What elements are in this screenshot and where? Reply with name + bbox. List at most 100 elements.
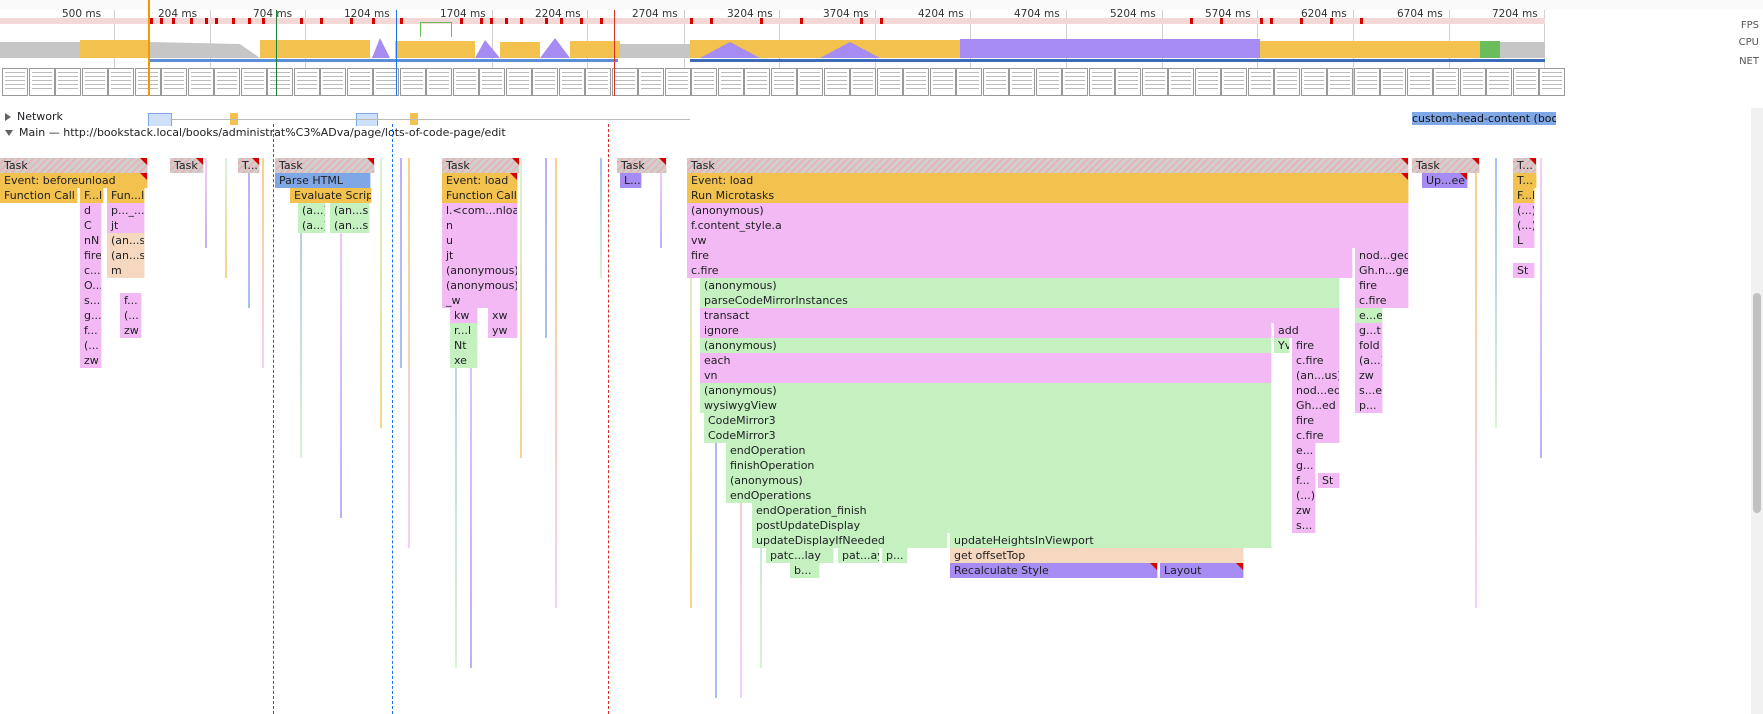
flame-event[interactable]: (...) (1513, 203, 1535, 218)
flame-event[interactable]: s... (1292, 518, 1316, 533)
flame-event[interactable]: xe (450, 353, 478, 368)
flame-event[interactable]: fire (80, 248, 102, 263)
flame-event[interactable]: (anonymous) (687, 203, 1409, 218)
scrollbar-thumb[interactable] (1753, 293, 1761, 513)
flame-event[interactable]: m (107, 263, 145, 278)
flame-event[interactable]: Gh.n...ged (1355, 263, 1409, 278)
flame-event[interactable]: jt (107, 218, 145, 233)
flame-event[interactable]: c... (80, 263, 102, 278)
flame-event[interactable]: Task (275, 158, 375, 173)
screenshot-thumbnail[interactable] (161, 68, 187, 96)
expand-triangle-icon[interactable] (5, 113, 11, 121)
screenshot-thumbnail[interactable] (1089, 68, 1115, 96)
timeline-overview[interactable]: 500 ms 204 ms 704 ms 1204 ms 1704 ms 2204 ms 2… (0, 0, 1763, 109)
screenshot-thumbnail[interactable] (1513, 68, 1539, 96)
flame-event[interactable]: Parse HTML (275, 173, 371, 188)
flame-event[interactable]: Yv (1274, 338, 1290, 353)
flame-event[interactable]: jt (442, 248, 518, 263)
flame-event[interactable]: c.fire (1355, 293, 1409, 308)
flame-event[interactable]: Evaluate Script (290, 188, 372, 203)
screenshot-thumbnail[interactable] (108, 68, 134, 96)
screenshot-thumbnail[interactable] (532, 68, 558, 96)
flame-event[interactable]: (anonymous) (700, 338, 1272, 353)
flame-event[interactable]: F...l (1513, 188, 1535, 203)
screenshot-thumbnail[interactable] (638, 68, 664, 96)
flame-event[interactable]: zw (120, 323, 142, 338)
screenshot-thumbnail[interactable] (691, 68, 717, 96)
screenshot-thumbnail[interactable] (1168, 68, 1194, 96)
flame-event[interactable]: Task (442, 158, 520, 173)
flame-event[interactable]: zw (1355, 368, 1383, 383)
flame-event[interactable]: O... (80, 278, 102, 293)
screenshot-thumbnail[interactable] (453, 68, 479, 96)
collapse-triangle-icon[interactable] (5, 130, 13, 136)
flame-event[interactable]: g... (80, 308, 102, 323)
flame-event[interactable]: updateDisplayIfNeeded (752, 533, 948, 548)
flame-event[interactable]: Task (0, 158, 148, 173)
flame-event[interactable]: fire (687, 248, 1353, 263)
main-thread-track[interactable]: Main — http://bookstack.local/books/admi… (0, 126, 1763, 142)
screenshot-thumbnail[interactable] (1036, 68, 1062, 96)
flame-event[interactable]: n (442, 218, 518, 233)
flame-event[interactable]: Event: beforeunload (0, 173, 148, 188)
flame-event[interactable]: CodeMirror3 (704, 428, 1272, 443)
flame-event[interactable]: (anonymous) (700, 383, 1272, 398)
flame-event[interactable]: get offsetTop (950, 548, 1244, 563)
screenshot-thumbnail[interactable] (400, 68, 426, 96)
flame-event[interactable]: e...e (1355, 308, 1383, 323)
screenshot-thumbnail[interactable] (214, 68, 240, 96)
screenshot-thumbnail[interactable] (1327, 68, 1353, 96)
screenshot-thumbnail[interactable] (771, 68, 797, 96)
screenshot-thumbnail[interactable] (1115, 68, 1141, 96)
flame-event[interactable]: finishOperation (726, 458, 1272, 473)
screenshot-thumbnail[interactable] (797, 68, 823, 96)
flame-event[interactable]: C (80, 218, 102, 233)
flame-event[interactable]: nod...ed (1292, 383, 1340, 398)
screenshot-thumbnail[interactable] (29, 68, 55, 96)
screenshot-thumbnail[interactable] (188, 68, 214, 96)
flame-event[interactable]: Function Call (0, 188, 78, 203)
screenshot-thumbnail[interactable] (718, 68, 744, 96)
flame-event[interactable]: (anonymous) (442, 278, 518, 293)
flame-event[interactable]: p... (1355, 398, 1383, 413)
flame-event[interactable]: endOperation_finish (752, 503, 1272, 518)
screenshot-thumbnail[interactable] (294, 68, 320, 96)
screenshot-thumbnail[interactable] (1062, 68, 1088, 96)
flame-event[interactable]: f... (120, 293, 142, 308)
screenshot-thumbnail[interactable] (320, 68, 346, 96)
flame-event[interactable]: p... (882, 548, 908, 563)
flame-event[interactable]: Task (1412, 158, 1480, 173)
screenshot-thumbnail[interactable] (1248, 68, 1274, 96)
flame-event[interactable]: T... (238, 158, 260, 173)
screenshot-thumbnail[interactable] (1221, 68, 1247, 96)
flame-event[interactable]: nod...ged (1355, 248, 1409, 263)
flame-event[interactable]: Run Microtasks (687, 188, 1409, 203)
flame-event[interactable]: Event: load (442, 173, 518, 188)
flame-event[interactable]: _w (442, 293, 518, 308)
screenshot-thumbnail[interactable] (585, 68, 611, 96)
flame-event[interactable]: zw (80, 353, 102, 368)
flame-event[interactable]: vw (687, 233, 1409, 248)
flame-event[interactable]: (... (80, 338, 102, 353)
flame-event[interactable]: St (1513, 263, 1535, 278)
network-request[interactable] (148, 113, 172, 127)
screenshot-thumbnail[interactable] (877, 68, 903, 96)
flame-event[interactable]: (a...) (1355, 353, 1383, 368)
flame-event[interactable]: u (442, 233, 518, 248)
screenshot-thumbnail[interactable] (824, 68, 850, 96)
screenshot-thumbnail[interactable] (1539, 68, 1565, 96)
network-request-badge[interactable]: custom-head-content (bookstac (1412, 112, 1556, 125)
selection-start-marker[interactable] (148, 0, 150, 96)
flame-event[interactable]: xw (488, 308, 518, 323)
screenshot-thumbnail[interactable] (1407, 68, 1433, 96)
flame-event[interactable]: fire (1355, 278, 1409, 293)
flame-event[interactable]: c.fire (1292, 428, 1340, 443)
flame-event[interactable]: (...) (1292, 488, 1316, 503)
flame-event[interactable]: c.fire (687, 263, 1353, 278)
flame-event[interactable]: (... (120, 308, 142, 323)
flame-event[interactable]: pat...ay (838, 548, 880, 563)
flame-event[interactable]: Gh...ed (1292, 398, 1340, 413)
screenshot-thumbnail[interactable] (983, 68, 1009, 96)
flame-event[interactable]: T... (1513, 173, 1537, 188)
flame-event[interactable]: transact (700, 308, 1340, 323)
